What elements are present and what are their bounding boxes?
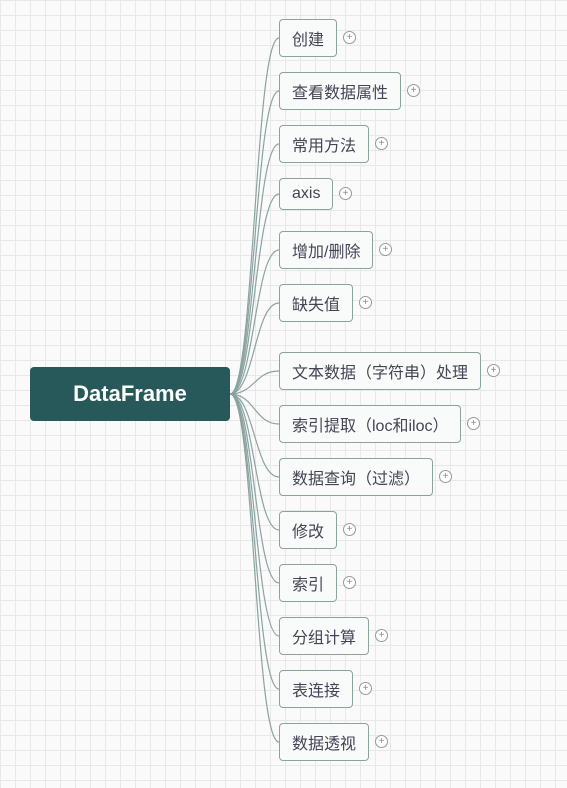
child-node-filter[interactable]: 数据查询（过滤） <box>279 458 433 496</box>
child-node-add-delete[interactable]: 增加/删除 <box>279 231 373 269</box>
child-label: 数据透视 <box>292 730 356 754</box>
child-label: 查看数据属性 <box>292 79 388 103</box>
expand-icon[interactable] <box>343 31 356 44</box>
child-node-groupby[interactable]: 分组计算 <box>279 617 369 655</box>
child-label: 增加/删除 <box>292 238 360 262</box>
child-label: 索引 <box>292 571 324 595</box>
child-label: axis <box>292 185 320 203</box>
child-node-axis[interactable]: axis <box>279 178 333 210</box>
expand-icon[interactable] <box>487 364 500 377</box>
child-label: 创建 <box>292 26 324 50</box>
child-node-pivot[interactable]: 数据透视 <box>279 723 369 761</box>
expand-icon[interactable] <box>339 187 352 200</box>
expand-icon[interactable] <box>375 735 388 748</box>
child-node-update[interactable]: 修改 <box>279 511 337 549</box>
child-label: 文本数据（字符串）处理 <box>292 359 468 383</box>
expand-icon[interactable] <box>439 470 452 483</box>
child-node-missing[interactable]: 缺失值 <box>279 284 353 322</box>
child-label: 索引提取（loc和iloc） <box>292 412 448 436</box>
root-label: DataFrame <box>73 381 187 407</box>
child-label: 数据查询（过滤） <box>292 465 420 489</box>
child-label: 修改 <box>292 518 324 542</box>
child-node-index[interactable]: 索引 <box>279 564 337 602</box>
child-node-join[interactable]: 表连接 <box>279 670 353 708</box>
expand-icon[interactable] <box>343 576 356 589</box>
expand-icon[interactable] <box>359 682 372 695</box>
expand-icon[interactable] <box>359 296 372 309</box>
expand-icon[interactable] <box>375 137 388 150</box>
root-node[interactable]: DataFrame <box>30 367 230 421</box>
expand-icon[interactable] <box>407 84 420 97</box>
expand-icon[interactable] <box>467 417 480 430</box>
child-node-common-methods[interactable]: 常用方法 <box>279 125 369 163</box>
expand-icon[interactable] <box>379 243 392 256</box>
mindmap-canvas: DataFrame 创建 查看数据属性 常用方法 axis 增加/删除 缺失值 … <box>0 0 567 788</box>
child-label: 常用方法 <box>292 132 356 156</box>
expand-icon[interactable] <box>343 523 356 536</box>
child-label: 缺失值 <box>292 291 340 315</box>
child-label: 分组计算 <box>292 624 356 648</box>
child-label: 表连接 <box>292 677 340 701</box>
expand-icon[interactable] <box>375 629 388 642</box>
child-node-index-extract[interactable]: 索引提取（loc和iloc） <box>279 405 461 443</box>
child-node-view-attrs[interactable]: 查看数据属性 <box>279 72 401 110</box>
child-node-string-process[interactable]: 文本数据（字符串）处理 <box>279 352 481 390</box>
child-node-create[interactable]: 创建 <box>279 19 337 57</box>
